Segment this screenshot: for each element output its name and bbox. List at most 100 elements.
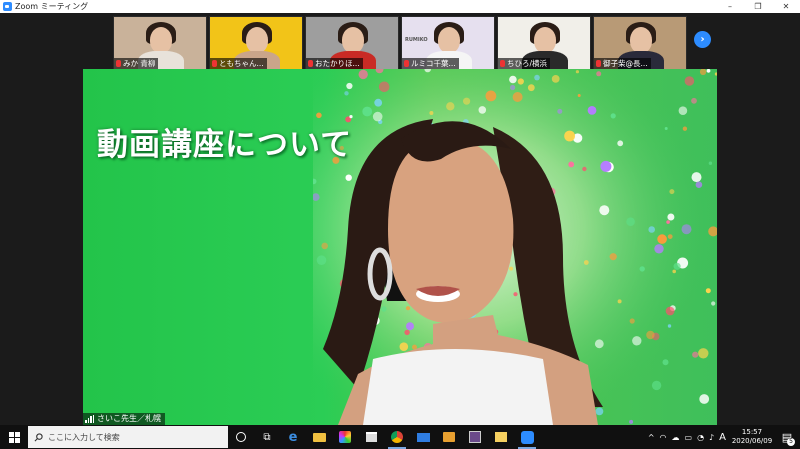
active-speaker-video[interactable]: 動画講座について さいこ先生／札幌 [83,69,717,425]
mic-muted-icon [212,60,217,67]
flower-dot [666,220,670,224]
participant-tile[interactable]: おたかりほ... [305,16,399,70]
zoom-taskbar-button[interactable] [514,425,540,449]
flower-dot [708,161,713,165]
start-button[interactable] [0,425,28,449]
flower-dot [711,301,716,306]
flower-dot [691,172,702,183]
participant-name: ともちゃん... [219,59,264,68]
flower-dot [575,70,579,74]
flower-dot [681,224,692,235]
explorer-button[interactable] [306,425,332,449]
cloud-icon[interactable]: ☁ [672,433,680,442]
mail-icon [416,432,430,442]
battery-icon[interactable]: ▭ [685,433,693,442]
photos-button[interactable] [332,425,358,449]
media-button[interactable] [436,425,462,449]
flower-dot [534,74,540,81]
flower-dot [705,288,711,294]
next-page-button[interactable]: › [694,31,711,48]
flower-dot [692,351,699,358]
explorer-icon [312,432,326,442]
flower-dot [632,336,642,346]
cortana-button[interactable] [228,425,254,449]
taskbar-search-box[interactable]: ここに入力して検索 [28,426,228,448]
flower-dot [654,244,664,254]
task-view-button[interactable]: ⧉ [254,425,280,449]
flower-dot [691,97,697,104]
action-center-button[interactable]: ▤ 5 [778,425,796,449]
rumiko-logo: RUMIKO [405,37,428,43]
app-icon [469,431,481,443]
system-tray: ^ ◠ ☁ ▭ ◔ ♪ A 15:57 2020/06/09 ▤ 5 [648,425,800,449]
flower-dot [669,189,675,195]
chevron-right-icon: › [700,34,705,45]
app-button[interactable] [462,425,488,449]
flower-dot [667,234,673,240]
chrome-button[interactable] [384,425,410,449]
flower-dot [596,71,602,77]
mic-muted-icon [404,60,409,67]
participant-tile[interactable]: みか 青柳 [113,16,207,70]
chrome-icon [391,431,403,443]
flower-dot [512,92,523,102]
edge-button[interactable]: e [280,425,306,449]
zoom-icon [520,430,534,444]
flower-dot [667,324,672,328]
maximize-button[interactable]: ❐ [744,0,772,13]
folder-button[interactable] [488,425,514,449]
flower-dot [617,299,622,304]
flower-dot [662,359,669,366]
close-button[interactable]: ✕ [772,0,800,13]
network-icon[interactable]: ◔ [697,433,704,442]
window-titlebar: Zoom ミーティング – ❐ ✕ [0,0,800,13]
flower-dot [358,69,368,80]
flower-dot [651,380,662,391]
windows-logo-icon [8,431,20,443]
flower-dot [626,217,635,226]
participant-name: 御子柴@長... [603,59,648,68]
signal-icon [85,415,94,423]
ime-indicator[interactable]: A [719,432,726,443]
flower-dot [678,106,688,115]
speaker-person [323,119,603,425]
volume-icon[interactable]: ♪ [709,433,714,442]
flower-dot [378,81,390,93]
flower-dot [485,90,497,102]
chevron-up-icon[interactable]: ^ [648,433,655,442]
mic-muted-icon [596,60,601,67]
wifi-icon[interactable]: ◠ [660,433,667,442]
clock-time: 15:57 [741,428,763,436]
mic-muted-icon [308,60,313,67]
flower-dot [527,84,535,92]
participant-strip: みか 青柳 ともちゃん... おたかりほ... RUMIKO ルミコ千葉... … [113,16,687,70]
flower-dot [639,266,645,272]
participant-tile[interactable]: 御子柴@長... [593,16,687,70]
photos-icon [339,431,351,443]
mic-muted-icon [116,60,121,67]
flower-dot [617,140,624,147]
participant-name: ルミコ千葉... [411,59,456,68]
zoom-app-icon [3,2,12,11]
flower-dot [682,126,688,131]
flower-dot [629,318,635,324]
flower-dot [346,82,353,90]
flower-dot [344,91,349,96]
window-title: Zoom ミーティング [15,2,89,11]
minimize-button[interactable]: – [716,0,744,13]
participant-name: おたかりほ... [315,59,360,68]
participant-tile[interactable]: ちひろ/横浜 [497,16,591,70]
windows-taskbar: ここに入力して検索 ⧉ e ^ ◠ ☁ ▭ ◔ ♪ A 15:57 2020/0… [0,425,800,449]
flower-dot [577,94,581,97]
mail-button[interactable] [410,425,436,449]
flower-dot [463,97,471,105]
taskbar-clock[interactable]: 15:57 2020/06/09 [731,428,773,446]
participant-tile[interactable]: ともちゃん... [209,16,303,70]
task-view-icon: ⧉ [263,431,271,443]
meeting-stage: みか 青柳 ともちゃん... おたかりほ... RUMIKO ルミコ千葉... … [0,13,800,425]
flower-dot [673,262,681,270]
media-icon [443,432,455,442]
store-button[interactable] [358,425,384,449]
participant-tile[interactable]: RUMIKO ルミコ千葉... [401,16,495,70]
clock-date: 2020/06/09 [731,437,773,445]
